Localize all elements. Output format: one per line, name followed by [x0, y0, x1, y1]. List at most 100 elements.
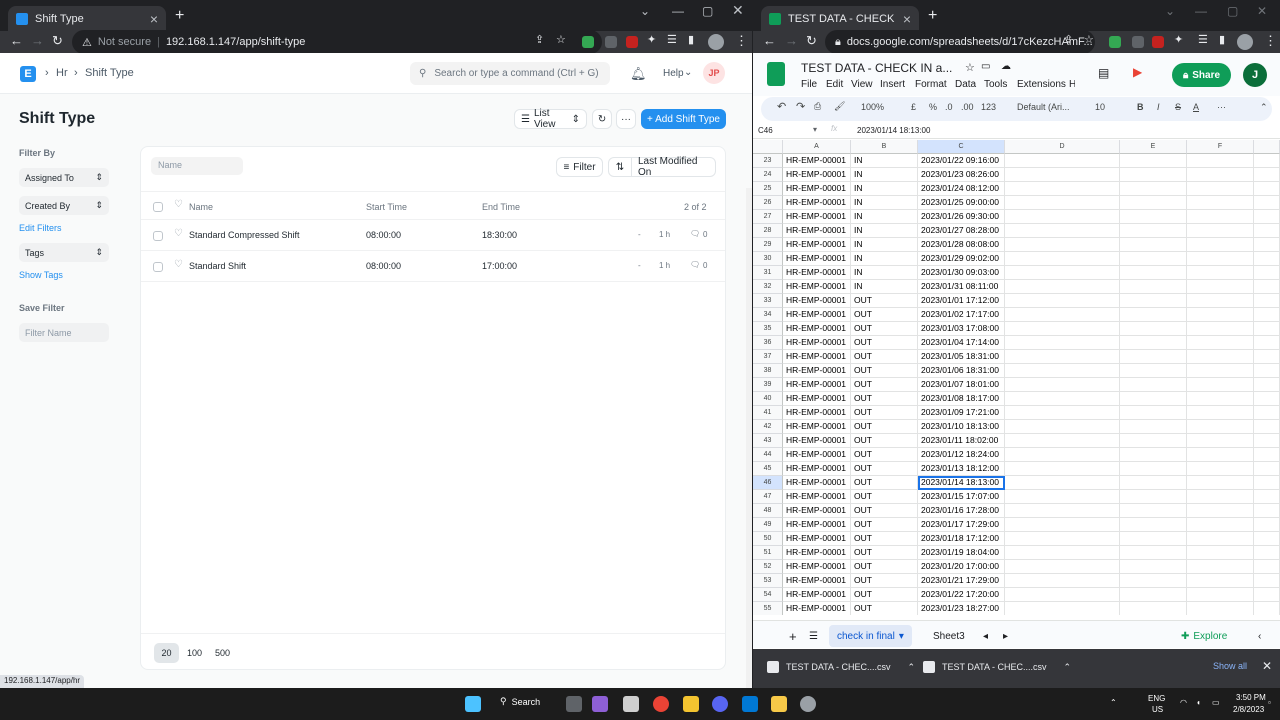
maximize-icon[interactable]: ▢	[1227, 4, 1238, 18]
column-header-a[interactable]: A	[783, 140, 851, 154]
font-select[interactable]: Default (Ari...	[1017, 102, 1070, 112]
cell-empty[interactable]	[1120, 308, 1187, 322]
cell-b[interactable]: OUT	[851, 420, 918, 434]
cell-empty[interactable]	[1254, 518, 1280, 532]
cell-c[interactable]: 2023/01/21 17:29:00	[918, 574, 1005, 588]
cell-c[interactable]: 2023/01/17 17:29:00	[918, 518, 1005, 532]
sheet-tab-sheet3[interactable]: Sheet3	[925, 625, 973, 647]
cell-empty[interactable]	[1005, 308, 1120, 322]
close-window-icon[interactable]: ✕	[732, 2, 744, 19]
menu-insert[interactable]: Insert	[880, 79, 905, 90]
cell-a[interactable]: HR-EMP-00001	[783, 308, 851, 322]
collapse-menu-icon[interactable]: ⌃	[1260, 102, 1268, 113]
cell-empty[interactable]	[1254, 266, 1280, 280]
percent-format-button[interactable]: %	[929, 102, 937, 112]
url-text[interactable]: docs.google.com/spreadsheets/d/17cKezcHA…	[847, 36, 1093, 48]
row-header[interactable]: 51	[753, 546, 783, 560]
cell-empty[interactable]	[1187, 294, 1254, 308]
all-sheets-icon[interactable]: ☰	[801, 625, 826, 647]
cell-c[interactable]: 2023/01/25 09:00:00	[918, 196, 1005, 210]
notification-center-icon[interactable]: ▫	[1268, 698, 1271, 707]
cell-empty[interactable]	[1005, 546, 1120, 560]
cell-empty[interactable]	[1005, 518, 1120, 532]
cell-empty[interactable]	[1120, 322, 1187, 336]
cell-empty[interactable]	[1254, 322, 1280, 336]
cell-empty[interactable]	[1254, 182, 1280, 196]
list-row[interactable]: ♡ Standard Compressed Shift 08:00:00 18:…	[141, 220, 725, 251]
cell-a[interactable]: HR-EMP-00001	[783, 224, 851, 238]
close-window-icon[interactable]: ✕	[1257, 4, 1267, 18]
chevron-up-icon[interactable]: ⌃	[1064, 662, 1072, 673]
cell-c[interactable]: 2023/01/07 18:01:00	[918, 378, 1005, 392]
cell-empty[interactable]	[1254, 196, 1280, 210]
cell-empty[interactable]	[1187, 280, 1254, 294]
cell-empty[interactable]	[1005, 238, 1120, 252]
cell-empty[interactable]	[1005, 448, 1120, 462]
cell-c[interactable]: 2023/01/18 17:12:00	[918, 532, 1005, 546]
show-tags-link[interactable]: Show Tags	[19, 270, 63, 280]
side-panel-icon[interactable]: ▮	[1219, 33, 1225, 46]
sheet-tab-check-in-final[interactable]: check in final ▾	[829, 625, 912, 647]
page-scrollbar[interactable]	[746, 188, 752, 688]
cell-a[interactable]: HR-EMP-00001	[783, 364, 851, 378]
cell-empty[interactable]	[1187, 168, 1254, 182]
cell-empty[interactable]	[1254, 574, 1280, 588]
menu-dots-icon[interactable]: ⋮	[1264, 33, 1277, 49]
chevron-up-icon[interactable]: ⌃	[908, 662, 916, 673]
row-header[interactable]: 29	[753, 238, 783, 252]
row-header[interactable]: 48	[753, 504, 783, 518]
cell-empty[interactable]	[1120, 238, 1187, 252]
browser-tab-sheets[interactable]: TEST DATA - CHECK IN and Atte ×	[761, 6, 919, 31]
cell-empty[interactable]	[1005, 336, 1120, 350]
sheets-logo-icon[interactable]	[767, 62, 785, 86]
cell-c[interactable]: 2023/01/06 18:31:00	[918, 364, 1005, 378]
decrease-decimal-button[interactable]: .0	[945, 102, 953, 112]
profile-avatar-icon[interactable]	[708, 34, 724, 50]
more-icon[interactable]: ···	[1217, 102, 1226, 112]
cell-a[interactable]: HR-EMP-00001	[783, 168, 851, 182]
user-avatar[interactable]: JP	[703, 62, 725, 84]
cell-empty[interactable]	[1120, 518, 1187, 532]
cell-empty[interactable]	[1005, 504, 1120, 518]
select-all-checkbox[interactable]	[153, 202, 163, 212]
cell-b[interactable]: OUT	[851, 462, 918, 476]
cell-b[interactable]: OUT	[851, 406, 918, 420]
column-header-b[interactable]: B	[851, 140, 918, 154]
cell-empty[interactable]	[1005, 168, 1120, 182]
cell-a[interactable]: HR-EMP-00001	[783, 448, 851, 462]
language-indicator[interactable]: ENG	[1148, 694, 1165, 703]
extension-ublock-icon[interactable]	[626, 36, 638, 48]
cell-empty[interactable]	[1254, 602, 1280, 615]
cell-empty[interactable]	[1254, 532, 1280, 546]
cell-empty[interactable]	[1005, 476, 1120, 490]
row-header[interactable]: 31	[753, 266, 783, 280]
row-header[interactable]: 42	[753, 420, 783, 434]
share-icon[interactable]: ⇪	[535, 33, 544, 46]
row-header[interactable]: 44	[753, 448, 783, 462]
bookmark-star-icon[interactable]: ☆	[1084, 33, 1094, 46]
cell-b[interactable]: IN	[851, 266, 918, 280]
cell-a[interactable]: HR-EMP-00001	[783, 238, 851, 252]
address-bar[interactable]: ⚠ Not secure | 192.168.1.147/app/shift-t…	[72, 30, 602, 54]
task-view-icon[interactable]	[566, 696, 582, 712]
comments-icon[interactable]: ▤	[1098, 66, 1109, 80]
cell-empty[interactable]	[1005, 182, 1120, 196]
menu-edit[interactable]: Edit	[826, 79, 843, 90]
cell-c[interactable]: 2023/01/29 09:02:00	[918, 252, 1005, 266]
cell-a[interactable]: HR-EMP-00001	[783, 518, 851, 532]
cell-c[interactable]: 2023/01/23 18:27:00	[918, 602, 1005, 615]
cell-c[interactable]: 2023/01/11 18:02:00	[918, 434, 1005, 448]
cell-empty[interactable]	[1005, 210, 1120, 224]
add-shift-type-button[interactable]: + Add Shift Type	[641, 109, 726, 129]
sheet-grid[interactable]: A B C D E F 23 HR-EMP-00001 IN 2023/01/22 0…	[753, 140, 1280, 615]
cell-b[interactable]: OUT	[851, 294, 918, 308]
filter-name-input[interactable]: Filter Name	[19, 323, 109, 342]
cell-empty[interactable]	[1187, 434, 1254, 448]
cell-a[interactable]: HR-EMP-00001	[783, 294, 851, 308]
cell-c[interactable]: 2023/01/10 18:13:00	[918, 420, 1005, 434]
cell-empty[interactable]	[1120, 476, 1187, 490]
zoom-select[interactable]: 100%	[861, 102, 884, 112]
cell-empty[interactable]	[1187, 462, 1254, 476]
tags-select[interactable]: Tags ⇕	[19, 243, 109, 262]
notification-bell-icon[interactable]: 🔔︎	[630, 66, 647, 82]
